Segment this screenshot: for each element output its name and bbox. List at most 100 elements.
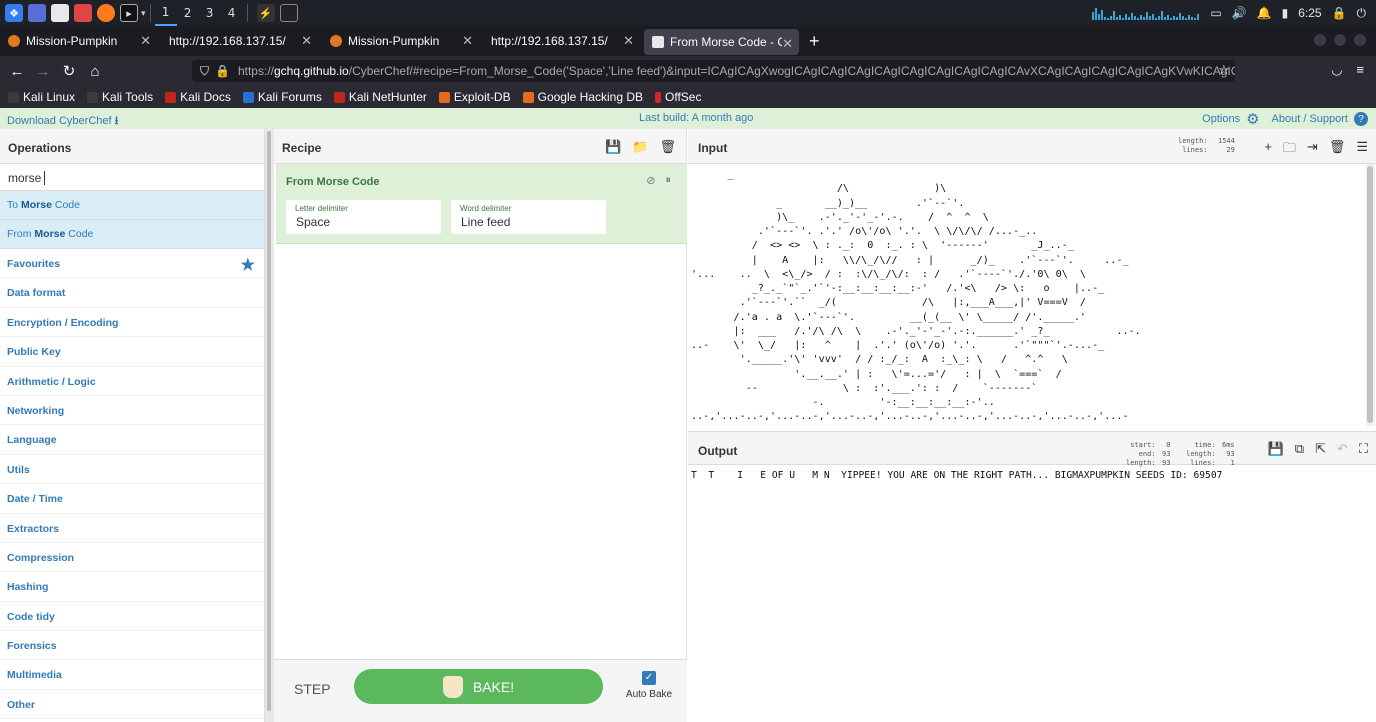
recipe-operation[interactable]: From Morse Code ⊘ ⏸ Letter delimiter Spa… (276, 164, 687, 244)
replace-input-icon[interactable]: ⇱ (1315, 441, 1326, 457)
text-editor-icon[interactable] (74, 4, 92, 22)
close-icon[interactable]: ✕ (782, 36, 793, 52)
bake-button[interactable]: BAKE! (354, 669, 603, 704)
save-icon[interactable]: 💾 (1268, 441, 1284, 457)
lock-icon[interactable]: 🔒 (215, 64, 230, 78)
category-arithmetic-logic[interactable]: Arithmetic / Logic (0, 367, 264, 396)
category-language[interactable]: Language (0, 425, 264, 455)
category-compression[interactable]: Compression (0, 543, 264, 573)
battery-icon[interactable]: ▮ (1282, 6, 1289, 20)
help-icon[interactable]: ? (1354, 112, 1368, 126)
open-folder-icon[interactable]: 🗀 (1283, 139, 1296, 161)
close-window-button[interactable] (1354, 34, 1366, 46)
menu-icon[interactable]: ≡ (1356, 62, 1364, 78)
op-to-morse-code[interactable]: To Morse Code (0, 191, 264, 220)
new-tab-button[interactable]: + (809, 31, 820, 52)
tab-url-1[interactable]: http://192.168.137.15/ ✕ (161, 26, 322, 56)
tab-cyberchef[interactable]: From Morse Code - Cyber✕ (644, 29, 799, 55)
kali-menu-icon[interactable]: ❖ (5, 4, 23, 22)
maximize-button[interactable] (1334, 34, 1346, 46)
disable-icon[interactable]: ⊘ (646, 174, 655, 187)
workspace-4[interactable]: 4 (221, 0, 243, 26)
bookmark-exploit-db[interactable]: Exploit-DB (438, 90, 511, 104)
display-icon[interactable]: ▭ (1210, 6, 1221, 20)
terminal-window-icon[interactable] (279, 4, 298, 22)
terminal-icon[interactable]: ▸ (120, 4, 138, 22)
forward-icon[interactable]: → (30, 63, 56, 80)
tab-mission-pumpkin-2[interactable]: Mission-Pumpkin ✕ (322, 26, 483, 56)
clock[interactable]: 6:25 (1298, 6, 1321, 20)
chevron-down-icon[interactable]: ▾ (141, 8, 146, 19)
trash-icon[interactable]: 🗑 (1329, 139, 1346, 161)
back-icon[interactable]: ← (4, 63, 30, 80)
url-bar[interactable]: ⛉ 🔒 https://gchq.github.io/CyberChef/#re… (192, 60, 1235, 82)
power-icon[interactable]: ⏻ (1357, 6, 1367, 21)
undo-icon[interactable]: ↶ (1337, 441, 1348, 457)
close-icon[interactable]: ✕ (140, 33, 151, 49)
input-scrollbar[interactable] (1366, 164, 1375, 426)
scrollbar-thumb[interactable] (267, 131, 271, 711)
category-public-key[interactable]: Public Key (0, 337, 264, 367)
bookmark-kali-tools[interactable]: Kali Tools (87, 90, 153, 104)
bookmark-google-hacking-db[interactable]: Google Hacking DB (522, 90, 643, 104)
open-file-icon[interactable]: ⇥ (1307, 139, 1318, 161)
close-icon[interactable]: ✕ (462, 33, 473, 49)
bookmark-kali-forums[interactable]: Kali Forums (242, 90, 322, 104)
output-textarea[interactable]: T T I E OF U M N YIPPEE! YOU ARE ON THE … (691, 470, 1371, 481)
word-delimiter-field[interactable]: Word delimiter Line feed (451, 200, 606, 234)
workspace-3[interactable]: 3 (199, 0, 221, 26)
notifications-icon[interactable]: 🔔 (1257, 6, 1272, 20)
gear-icon[interactable]: ⚙ (1246, 110, 1259, 128)
category-encryption-encoding[interactable]: Encryption / Encoding (0, 308, 264, 338)
home-icon[interactable]: ⌂ (82, 63, 108, 80)
auto-bake-checkbox[interactable]: ✓ Auto Bake (624, 671, 674, 700)
file-manager-icon[interactable] (51, 4, 69, 22)
lock-icon[interactable]: 🔒 (1332, 6, 1347, 20)
category-multimedia[interactable]: Multimedia (0, 660, 264, 690)
pause-icon[interactable]: ⏸ (666, 174, 672, 187)
tab-url-2[interactable]: http://192.168.137.15/ ✕ (483, 26, 644, 56)
burp-icon[interactable]: ⚡ (256, 4, 275, 22)
pane-resizer[interactable] (265, 129, 274, 722)
firefox-icon[interactable] (97, 4, 115, 22)
volume-icon[interactable]: 🔊 (1232, 6, 1247, 20)
bookmark-kali-nethunter[interactable]: Kali NetHunter (333, 90, 427, 104)
options-link[interactable]: Options (1202, 113, 1240, 125)
tab-mission-pumpkin-1[interactable]: Mission-Pumpkin ✕ (0, 26, 161, 56)
workspace-2[interactable]: 2 (177, 0, 199, 26)
trash-icon[interactable]: 🗑 (659, 139, 676, 155)
op-from-morse-code[interactable]: From Morse Code (0, 220, 264, 249)
maximize-icon[interactable]: ⛶ (1359, 441, 1368, 457)
category-forensics[interactable]: Forensics (0, 631, 264, 661)
category-extractors[interactable]: Extractors (0, 514, 264, 543)
category-other[interactable]: Other (0, 690, 264, 720)
input-textarea[interactable]: _ /\ )\ _ __)_)__ .'`--`'. )\_ .-'._'-'_… (691, 168, 1361, 420)
close-icon[interactable]: ✕ (623, 33, 634, 49)
bookmark-offsec[interactable]: OffSec (655, 90, 701, 104)
category-utils[interactable]: Utils (0, 455, 264, 485)
letter-delimiter-field[interactable]: Letter delimiter Space (286, 200, 441, 234)
copy-icon[interactable]: ⧉ (1295, 441, 1304, 457)
shield-icon[interactable]: ⛉ (200, 64, 209, 79)
bookmark-star-icon[interactable]: ☆ (1218, 62, 1230, 78)
close-icon[interactable]: ✕ (301, 33, 312, 49)
category-data-format[interactable]: Data format (0, 278, 264, 308)
operations-search-input[interactable]: morse (0, 164, 264, 191)
reload-icon[interactable]: ↻ (56, 62, 82, 80)
show-desktop-icon[interactable] (28, 4, 46, 22)
workspace-1[interactable]: 1 (154, 0, 177, 26)
category-favourites[interactable]: Favourites ★ (0, 249, 264, 279)
scrollbar-thumb[interactable] (1367, 166, 1373, 423)
bookmark-kali-docs[interactable]: Kali Docs (165, 90, 231, 104)
layout-icon[interactable]: ☰ (1356, 139, 1368, 161)
minimize-button[interactable] (1314, 34, 1326, 46)
category-code-tidy[interactable]: Code tidy (0, 602, 264, 632)
bookmark-kali-linux[interactable]: Kali Linux (8, 90, 75, 104)
step-button[interactable]: STEP (294, 681, 331, 697)
folder-icon[interactable]: 📁 (632, 139, 648, 155)
category-hashing[interactable]: Hashing (0, 572, 264, 602)
category-date-time[interactable]: Date / Time (0, 484, 264, 514)
about-link[interactable]: About / Support (1272, 113, 1348, 125)
pocket-icon[interactable]: ◡ (1331, 62, 1342, 78)
add-icon[interactable]: + (1264, 139, 1272, 161)
